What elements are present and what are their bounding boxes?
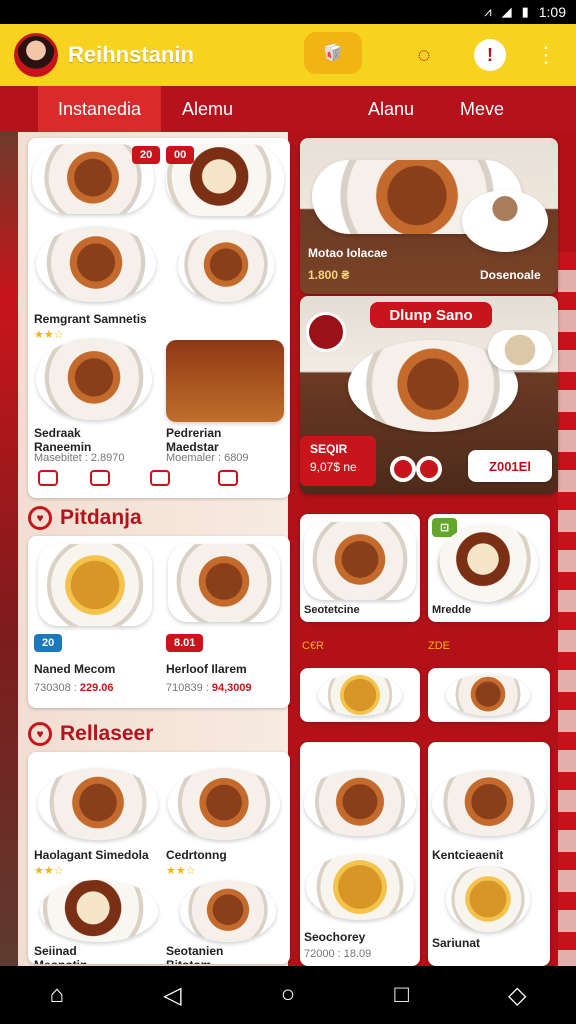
rating-text: C€R [302,640,325,652]
tab-instanedia[interactable]: Instanedia [38,86,162,132]
rating: ★★☆ [34,865,64,877]
cart-icon[interactable] [150,470,170,486]
grid-card-tall[interactable]: Seochorey 72000 : 18.09 [300,742,420,966]
coffee-cup-image [462,190,548,252]
rating: ★★☆ [166,865,196,877]
card-badge: 00 [166,146,195,164]
tab-alemu[interactable]: Alemu [182,86,233,132]
dish-image [306,854,414,920]
dish-image [38,544,152,626]
pager-dot[interactable] [390,456,416,482]
dish-image [446,866,530,932]
dish-image [304,522,416,600]
grid-card[interactable] [428,668,550,722]
tab-alanu[interactable]: Alanu [368,86,414,132]
avatar[interactable] [14,33,58,77]
section-1-card[interactable]: 20 8.01 Naned Mecom 730308 : 229.06 Herl… [28,536,290,708]
dish-name: Seotanien Bitotom [166,944,224,964]
clock: 1:09 [538,4,566,20]
featured-banner[interactable]: Motao Iolacae 1.800 ₴ Dosenoale [300,138,558,294]
grid-card-tall[interactable]: Kentcieaenit Sariunat [428,742,550,966]
more-icon[interactable]: ⋮ [530,39,562,71]
dish-name: Herloof Ilarem [166,662,247,676]
vibrate-icon: ⩘ [484,4,492,19]
dish-name: Haolagant Simedola [34,848,149,862]
dish-image [168,544,280,622]
side-dish-image [488,330,552,370]
section-title: ♥ Pitdanja [28,506,142,530]
dish-image [40,880,158,942]
alert-icon[interactable]: ! [474,39,506,71]
rating-text: ZDE [428,640,450,652]
rating: ★★☆ [34,329,64,341]
dish-image [446,674,530,716]
item-chip: 8.01 [166,634,204,652]
item-chip: 20 [34,634,63,652]
dish-image [36,226,156,302]
dish-image [178,230,274,302]
pager-dot[interactable] [416,456,442,482]
section-2-card[interactable]: Haolagant Simedola Cedrtonng ★★☆ ★★☆ Sei… [28,752,290,964]
signal-icon: ◢ [501,4,512,19]
grid-card[interactable]: Seotetcine [300,514,420,622]
promo-title: Dlunp Sano [370,302,492,328]
dish-name: Cedrtonng [166,848,227,862]
dish-price: Masebitet : 2.8970 [34,452,125,464]
battery-icon: ▮ [521,4,529,19]
tab-meve[interactable]: Meve [460,86,504,132]
dish-name: Naned Mecom [34,662,116,676]
user-icon[interactable]: ◌ [408,39,440,71]
dish-name: Pedrerian Maedstar [166,426,222,454]
section-title: ♥ Rellaseer [28,722,153,746]
share-icon[interactable] [38,470,58,486]
food-icon[interactable]: 🥡 [304,32,362,74]
dish-image [166,340,284,422]
status-bar: ⩘ ◢ ▮ 1:09 [0,0,576,24]
bottom-nav: ⌂ ◁ ○ □ ◇ [0,966,576,1024]
heart-icon: ♥ [28,722,52,746]
right-edge [558,252,576,966]
dish-image [318,674,402,716]
left-edge [0,132,18,966]
recent-icon[interactable]: □ [394,981,409,1009]
assistant-icon[interactable]: ◇ [508,981,526,1010]
home-icon[interactable]: ⌂ [50,981,65,1009]
nav-tabs: Instanedia Alemu Alanu Meve [0,86,576,132]
card-badge: 20 [132,146,161,164]
promo-seal-icon [306,312,346,352]
grid-card[interactable]: ⊡ Mredde [428,514,550,622]
dish-image [36,338,152,420]
dish-name: Seiinad Meonotin [34,944,87,964]
dish-image [38,768,158,840]
grid-card[interactable] [300,668,420,722]
promo-button[interactable]: Z001El [468,450,552,482]
dish-image [432,770,546,836]
dish-name: Sedraak Raneemin [34,426,92,454]
dish-image [180,880,276,942]
cart-icon[interactable] [218,470,238,486]
app-title: Reihnstanin [68,42,194,67]
app-bar: Reihnstanin 🥡 ◌ ! ⋮ [0,24,576,86]
home-circle-icon[interactable]: ○ [281,981,296,1009]
dish-image [438,524,538,602]
dish-image [304,770,416,836]
heart-icon: ♥ [28,506,52,530]
cart-icon[interactable] [90,470,110,486]
dish-price: Moemaler : 6809 [166,452,249,464]
promo-banner[interactable]: Dlunp Sano SEQIR 9,07$ ne Z001El [300,296,558,494]
dish-image [168,768,280,840]
back-icon[interactable]: ◁ [163,981,181,1010]
top-left-card[interactable]: 20 00 Remgrant Samnetis ★★☆ Sedraak Rane… [28,138,290,498]
dish-name: Remgrant Samnetis [34,312,147,326]
content: 20 00 Remgrant Samnetis ★★☆ Sedraak Rane… [0,132,576,966]
